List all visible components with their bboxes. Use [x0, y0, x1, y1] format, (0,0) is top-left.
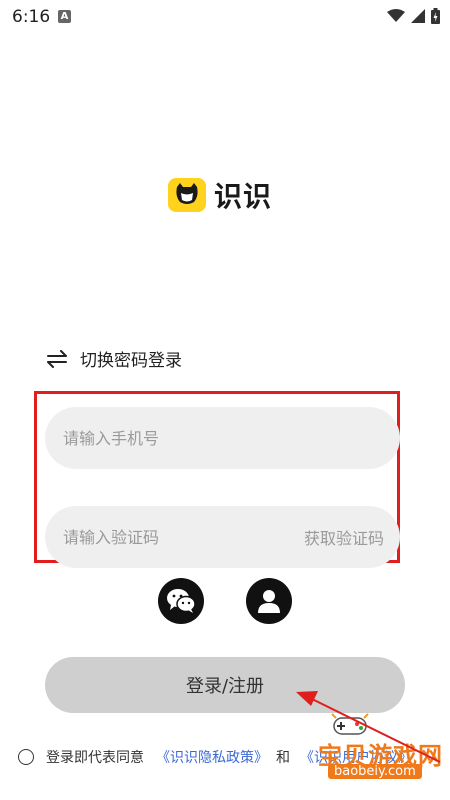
code-input[interactable] — [61, 526, 265, 548]
status-icons — [387, 8, 440, 24]
phone-field — [45, 407, 400, 469]
code-field: 获取验证码 — [45, 506, 400, 568]
agreement-and: 和 — [276, 750, 290, 766]
status-bar: 6:16 A — [0, 0, 450, 32]
status-time: 6:16 — [12, 7, 51, 27]
gamepad-mascot-icon — [331, 713, 369, 735]
agreement-text: 登录即代表同意 — [46, 750, 144, 766]
wechat-login-button[interactable] — [158, 578, 204, 624]
logo-cat-icon — [168, 178, 206, 212]
wifi-icon — [387, 9, 405, 22]
watermark: 宝贝游戏网 baobeiy.com — [300, 710, 448, 790]
app-name: 识识 — [214, 180, 273, 213]
watermark-url: baobeiy.com — [328, 764, 422, 779]
agree-radio[interactable] — [18, 749, 34, 765]
phone-input[interactable] — [61, 427, 265, 449]
switch-label: 切换密码登录 — [80, 351, 182, 371]
switch-password-login[interactable]: 切换密码登录 — [46, 346, 182, 371]
app-logo: 识识 — [168, 175, 272, 215]
login-register-button[interactable]: 登录/注册 — [45, 657, 405, 713]
swap-arrows-icon — [47, 349, 67, 368]
notification-icon: A — [58, 10, 71, 23]
account-login-button[interactable] — [246, 578, 292, 624]
get-code-button[interactable]: 获取验证码 — [304, 525, 384, 549]
privacy-policy-link[interactable]: 《识识隐私政策》 — [156, 747, 268, 767]
battery-icon — [431, 8, 440, 24]
user-icon — [258, 590, 280, 613]
signal-icon — [411, 9, 425, 23]
wechat-icon — [167, 589, 196, 613]
